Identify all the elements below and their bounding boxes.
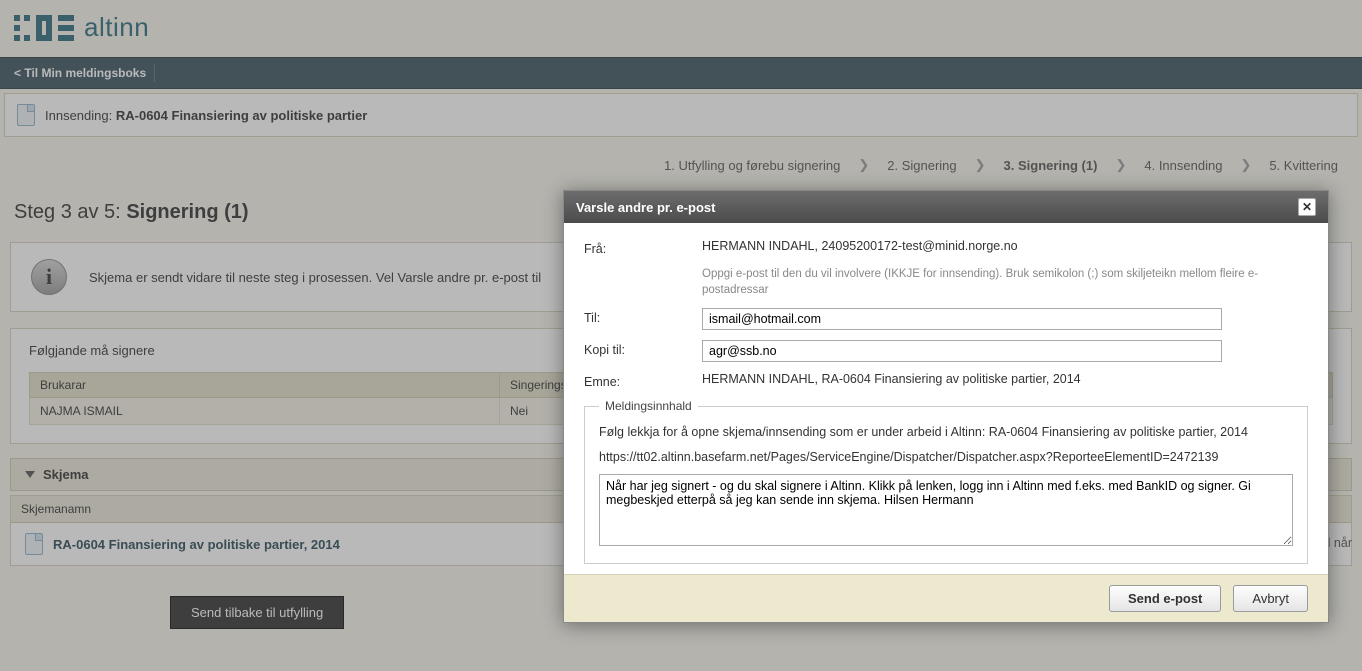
fieldset-legend: Meldingsinnhald: [599, 399, 698, 413]
modal-body: Frå: HERMANN INDAHL, 24095200172-test@mi…: [564, 223, 1328, 574]
col-user: Brukarar: [30, 373, 500, 398]
row-to: Til:: [584, 308, 1308, 330]
to-label: Til:: [584, 308, 702, 325]
modal-footer: Send e-post Avbryt: [564, 574, 1328, 622]
logo-icon: [14, 13, 74, 43]
subject-value: HERMANN INDAHL, RA-0604 Finansiering av …: [702, 372, 1308, 386]
info-icon: i: [31, 259, 67, 295]
chevron-right-icon: ❯: [1240, 157, 1251, 173]
from-value: HERMANN INDAHL, 24095200172-test@minid.n…: [702, 239, 1308, 253]
info-text: Skjema er sendt vidare til neste steg i …: [89, 270, 541, 285]
chevron-right-icon: ❯: [858, 157, 869, 173]
row-cc: Kopi til:: [584, 340, 1308, 362]
cc-label: Kopi til:: [584, 340, 702, 357]
step-5[interactable]: 5. Kvittering: [1269, 158, 1338, 173]
breadcrumb: < Til Min meldingsboks: [0, 57, 1362, 89]
message-fieldset: Meldingsinnhald Følg lekkja for å opne s…: [584, 399, 1308, 564]
hint-text: Oppgi e-post til den du vil involvere (I…: [702, 266, 1308, 298]
page-title-main: Signering (1): [126, 201, 248, 223]
cc-input[interactable]: [702, 340, 1222, 362]
step-4[interactable]: 4. Innsending: [1144, 158, 1222, 173]
schema-row-name: RA-0604 Finansiering av politiske partie…: [53, 537, 340, 552]
row-subject: Emne: HERMANN INDAHL, RA-0604 Finansieri…: [584, 372, 1308, 389]
step-2[interactable]: 2. Signering: [887, 158, 956, 173]
message-intro: Følg lekkja for å opne skjema/innsending…: [599, 423, 1293, 442]
brand-name: altinn: [84, 12, 149, 43]
submission-name: RA-0604 Finansiering av politiske partie…: [116, 108, 367, 123]
chevron-right-icon: ❯: [975, 157, 986, 173]
close-icon[interactable]: ✕: [1298, 198, 1316, 216]
wizard-steps: 1. Utfylling og førebu signering ❯ 2. Si…: [4, 147, 1358, 183]
document-icon: [17, 104, 35, 126]
schema-bar-label: Skjema: [43, 467, 89, 482]
submission-title: Innsending: RA-0604 Finansiering av poli…: [45, 108, 367, 123]
cancel-button[interactable]: Avbryt: [1233, 585, 1308, 612]
from-label: Frå:: [584, 239, 702, 256]
step-1[interactable]: 1. Utfylling og førebu signering: [664, 158, 840, 173]
document-icon: [25, 533, 43, 555]
subject-label: Emne:: [584, 372, 702, 389]
triangle-down-icon: [25, 471, 35, 478]
send-back-button[interactable]: Send tilbake til utfylling: [170, 596, 344, 629]
to-input[interactable]: [702, 308, 1222, 330]
send-email-button[interactable]: Send e-post: [1109, 585, 1221, 612]
page-title-prefix: Steg 3 av 5:: [14, 201, 121, 223]
email-modal: Varsle andre pr. e-post ✕ Frå: HERMANN I…: [563, 190, 1329, 623]
logo-bar: altinn: [0, 0, 1362, 57]
row-from: Frå: HERMANN INDAHL, 24095200172-test@mi…: [584, 239, 1308, 256]
message-textarea[interactable]: [599, 474, 1293, 546]
step-3[interactable]: 3. Signering (1): [1004, 158, 1098, 173]
chevron-right-icon: ❯: [1115, 157, 1126, 173]
message-link: https://tt02.altinn.basefarm.net/Pages/S…: [599, 450, 1293, 464]
submission-header: Innsending: RA-0604 Finansiering av poli…: [4, 93, 1358, 137]
breadcrumb-back[interactable]: < Til Min meldingsboks: [10, 64, 155, 82]
submission-prefix: Innsending:: [45, 108, 112, 123]
modal-title: Varsle andre pr. e-post: [576, 200, 715, 215]
cell-user: NAJMA ISMAIL: [30, 398, 500, 425]
modal-header: Varsle andre pr. e-post ✕: [564, 191, 1328, 223]
